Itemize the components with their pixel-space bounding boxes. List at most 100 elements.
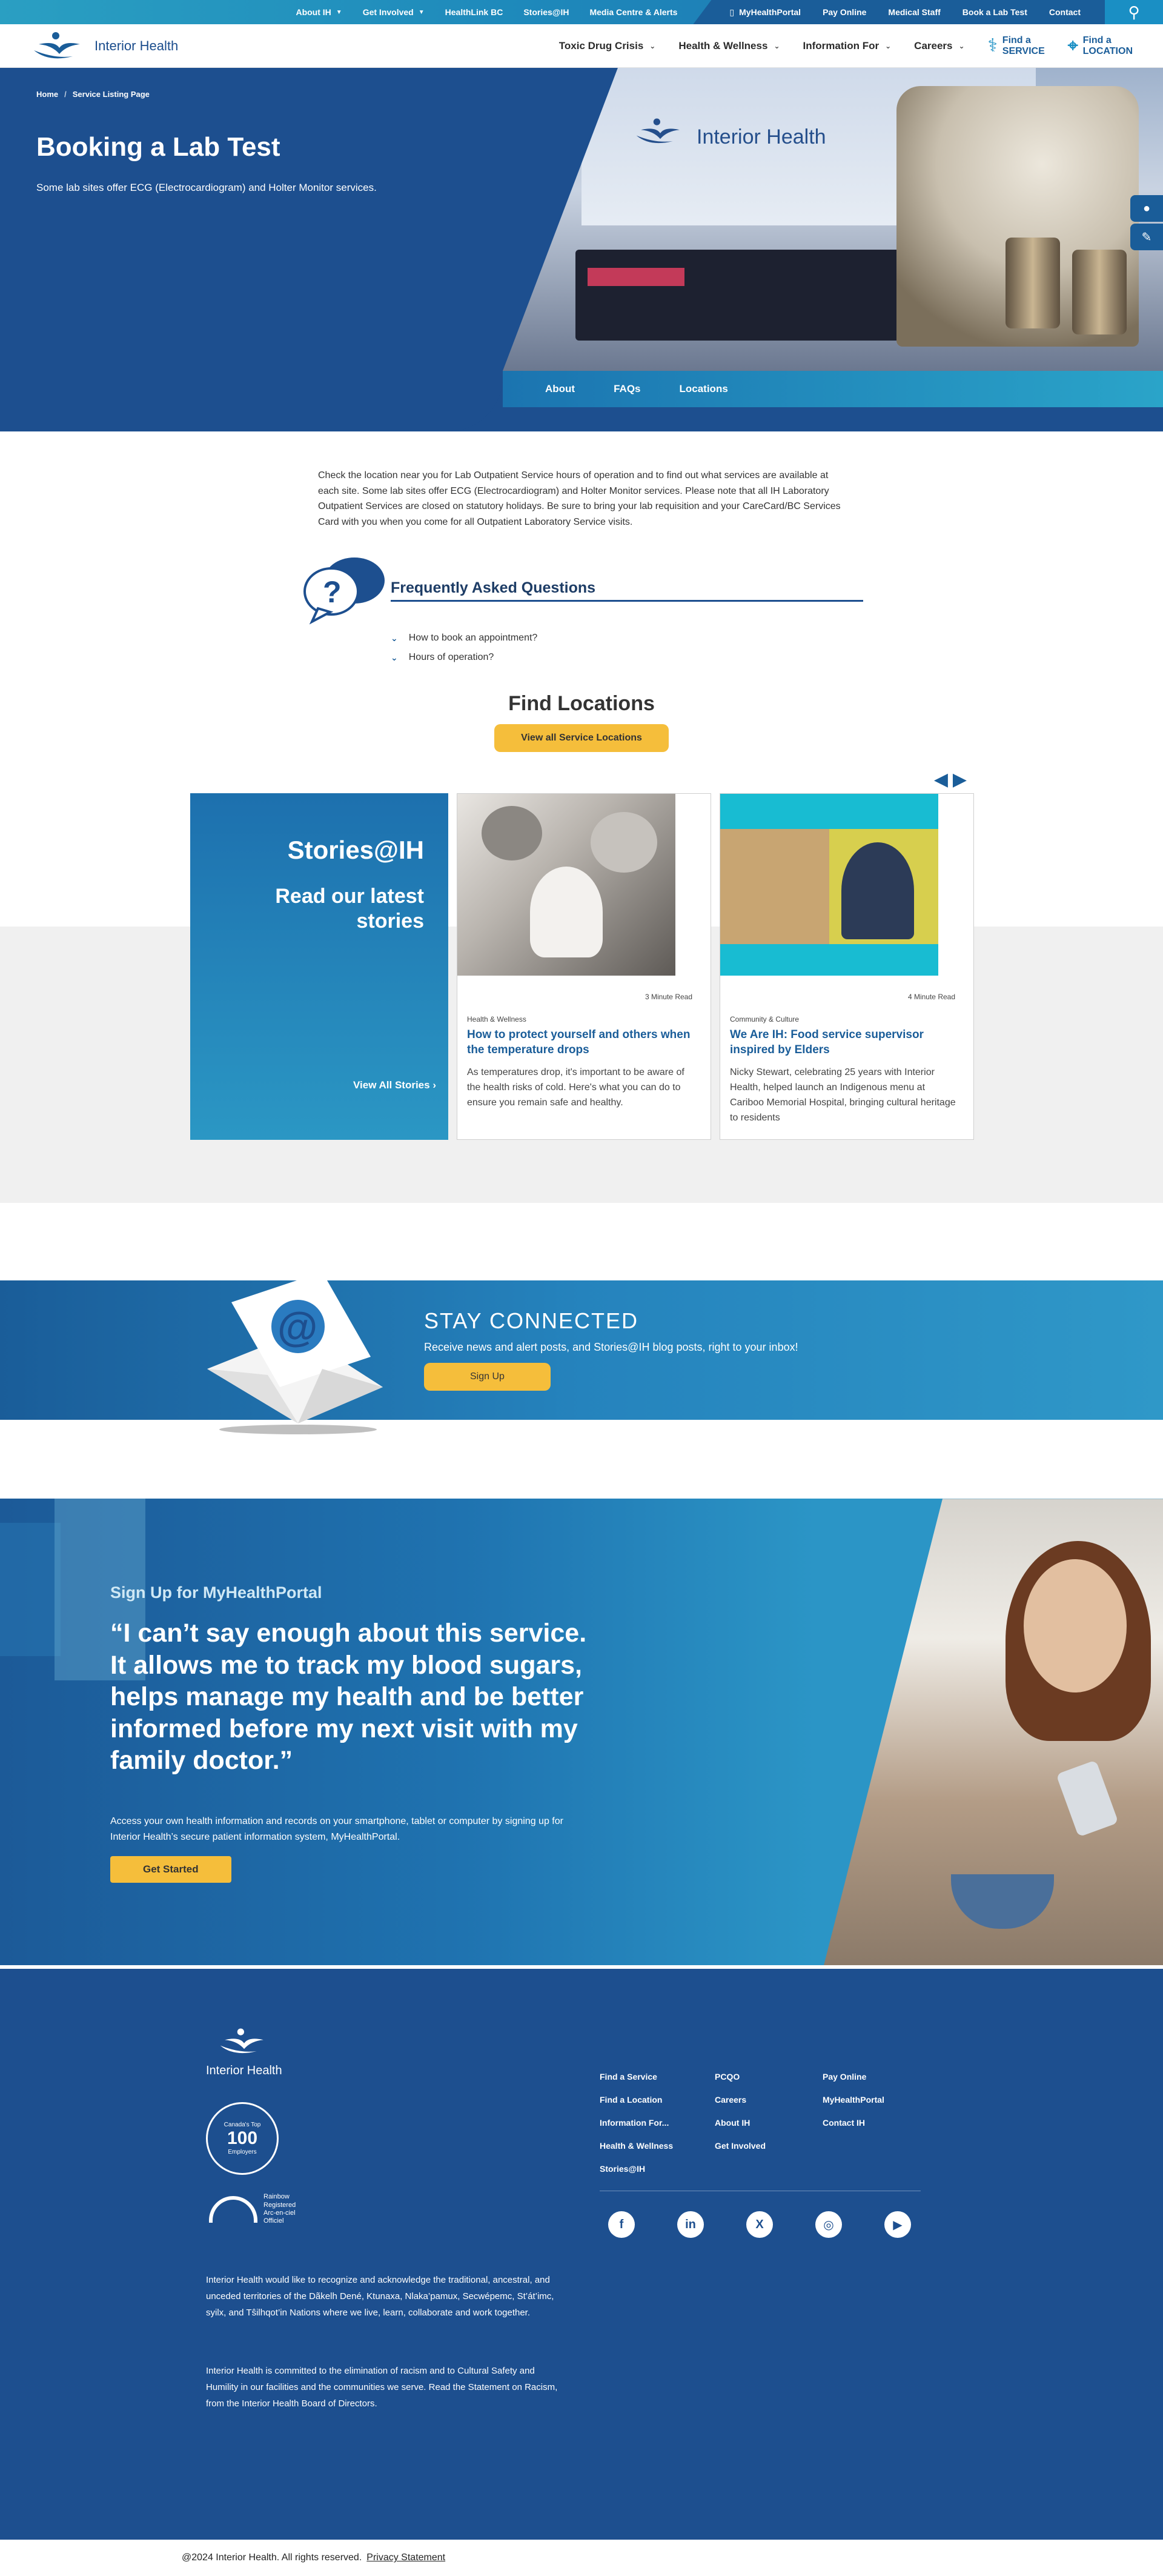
faq-list: ⌄ How to book an appointment? ⌄ Hours of o… — [391, 633, 537, 671]
breadcrumb-home[interactable]: Home — [36, 90, 58, 99]
social-links: f in X ◎ ▶ — [608, 2211, 911, 2238]
top-link-pay-online[interactable]: Pay Online — [823, 7, 866, 17]
carousel-arrows: ◀ ▶ — [934, 769, 967, 790]
location-pin-icon: ⌖ — [1067, 36, 1078, 56]
alert-widget-button[interactable]: ● — [1130, 195, 1163, 222]
footer-link[interactable]: MyHealthPortal — [823, 2095, 919, 2105]
story-description: As temperatures drop, it's important to … — [467, 1067, 684, 1108]
footer-link[interactable]: Contact IH — [823, 2118, 919, 2128]
stories-intro-card: Stories@IH Read our latest stories View … — [190, 793, 448, 1140]
feedback-widget-button[interactable]: ✎ — [1130, 224, 1163, 250]
logo-text: Interior Health — [94, 38, 179, 53]
stay-connected-title: STAY CONNECTED — [424, 1308, 639, 1334]
copyright-bar: @2024 Interior Health. All rights reserv… — [0, 2540, 1163, 2576]
footer-link[interactable]: Get Involved — [715, 2141, 823, 2151]
nav-item-toxic-drug-crisis[interactable]: Toxic Drug Crisis ⌄ — [559, 40, 656, 52]
top-links-left: About IH ▼ Get Involved ▼ HealthLink BC St… — [296, 7, 677, 17]
story-title[interactable]: How to protect yourself and others when … — [467, 1028, 697, 1057]
myhealthportal-section: Sign Up for MyHealthPortal “I can’t say … — [0, 1499, 1163, 1966]
chevron-right-icon: › — [432, 1079, 436, 1091]
tab-about[interactable]: About — [545, 383, 575, 395]
top-utility-bar: About IH ▼ Get Involved ▼ HealthLink BC St… — [0, 0, 1163, 24]
privacy-statement-link[interactable]: Privacy Statement — [366, 2552, 445, 2563]
main-navigation: Interior Health Toxic Drug Crisis ⌄ Healt… — [0, 24, 1163, 68]
footer-link[interactable]: Pay Online — [823, 2072, 919, 2082]
chevron-down-icon: ▼ — [336, 8, 342, 16]
phone-icon: ▯ — [729, 7, 735, 17]
story-read-time: 4 Minute Read — [907, 993, 955, 1002]
top-link-myhealthportal[interactable]: ▯ MyHealthPortal — [729, 7, 801, 18]
hero-section: Interior Health Home / Service Listing P… — [0, 68, 1163, 431]
stay-connected-text: Receive news and alert posts, and Storie… — [424, 1341, 798, 1354]
arrow-right-icon[interactable]: ▶ — [953, 769, 967, 790]
footer-link[interactable]: Stories@IH — [600, 2164, 715, 2174]
story-category: Community & Culture — [730, 1015, 800, 1024]
sign-up-button[interactable]: Sign Up — [424, 1363, 551, 1391]
chevron-down-icon: ⌄ — [649, 41, 656, 50]
find-location-link[interactable]: ⌖ Find a LOCATION — [1068, 35, 1133, 56]
nav-item-careers[interactable]: Careers ⌄ — [914, 40, 964, 52]
story-card[interactable]: 3 Minute Read Health & Wellness How to p… — [457, 793, 711, 1140]
tab-faqs[interactable]: FAQs — [614, 383, 640, 395]
get-started-button[interactable]: Get Started — [110, 1856, 231, 1883]
story-image-winter-dog — [457, 794, 675, 976]
top-link-medical-staff[interactable]: Medical Staff — [888, 7, 940, 17]
footer-link[interactable]: Careers — [715, 2095, 823, 2105]
land-acknowledgement: Interior Health would like to recognize … — [206, 2275, 554, 2318]
faq-item-book-appointment[interactable]: ⌄ How to book an appointment? — [391, 633, 537, 644]
top-link-stories[interactable]: Stories@IH — [523, 7, 569, 17]
site-logo[interactable]: Interior Health — [30, 30, 178, 62]
view-all-stories-link[interactable]: View All Stories › — [353, 1079, 436, 1091]
footer-link[interactable]: Find a Location — [600, 2095, 715, 2105]
hero-image-microscope: Interior Health — [503, 68, 1163, 371]
top-link-healthlink[interactable]: HealthLink BC — [445, 7, 503, 17]
mhp-label: Sign Up for MyHealthPortal — [110, 1583, 322, 1602]
footer-link[interactable]: Information For... — [600, 2118, 715, 2128]
story-card[interactable]: 4 Minute Read Community & Culture We Are… — [720, 793, 974, 1140]
svg-text:@: @ — [277, 1304, 317, 1350]
interior-health-logo-icon — [636, 118, 680, 144]
top-link-contact[interactable]: Contact — [1049, 7, 1081, 17]
stories-section: ◀ ▶ Stories@IH Read our latest stories V… — [0, 769, 1163, 1203]
footer-link[interactable]: About IH — [715, 2118, 823, 2128]
faq-item-hours[interactable]: ⌄ Hours of operation? — [391, 652, 537, 663]
woman-with-phone-image — [824, 1499, 1163, 1966]
instagram-icon[interactable]: ◎ — [815, 2211, 842, 2238]
youtube-icon[interactable]: ▶ — [884, 2211, 911, 2238]
footer-logo[interactable]: Interior Health — [206, 2023, 282, 2078]
nav-item-information-for[interactable]: Information For ⌄ — [803, 40, 892, 52]
search-button[interactable]: ⚲ — [1105, 0, 1163, 24]
chevron-down-icon: ⌄ — [885, 41, 892, 50]
top-link-get-involved[interactable]: Get Involved ▼ — [363, 7, 425, 17]
faq-section: ? Frequently Asked Questions ⌄ How to boo… — [300, 554, 863, 681]
rainbow-registered-badge: Rainbow Registered Arc-en-ciel Officiel — [209, 2193, 296, 2225]
nav-item-health-wellness[interactable]: Health & Wellness ⌄ — [678, 40, 780, 52]
footer-link[interactable]: Find a Service — [600, 2072, 715, 2082]
tab-locations[interactable]: Locations — [680, 383, 728, 395]
stethoscope-icon: ⚕ — [987, 36, 998, 56]
x-twitter-icon[interactable]: X — [746, 2211, 773, 2238]
stories-title: Stories@IH — [287, 836, 424, 865]
top-link-media-centre[interactable]: Media Centre & Alerts — [589, 7, 677, 17]
side-widget: ● ✎ — [1130, 195, 1163, 252]
story-image-meeting — [720, 794, 938, 976]
racism-statement: Interior Health is committed to the elim… — [206, 2366, 558, 2409]
story-title[interactable]: We Are IH: Food service supervisor inspi… — [730, 1028, 960, 1057]
chevron-down-icon: ⌄ — [958, 41, 965, 50]
footer-link[interactable]: Health & Wellness — [600, 2141, 715, 2151]
svg-text:?: ? — [323, 575, 342, 609]
arrow-left-icon[interactable]: ◀ — [934, 769, 948, 790]
footer-link[interactable]: PCQO — [715, 2072, 823, 2082]
edit-icon: ✎ — [1141, 230, 1152, 244]
view-all-locations-button[interactable]: View all Service Locations — [494, 724, 669, 753]
facebook-icon[interactable]: f — [608, 2211, 635, 2238]
hero-banner-text: Interior Health — [697, 125, 826, 148]
linkedin-icon[interactable]: in — [677, 2211, 704, 2238]
top-link-book-lab-test[interactable]: Book a Lab Test — [963, 7, 1027, 17]
question-bubble-icon: ? — [303, 557, 385, 625]
find-service-link[interactable]: ⚕ Find a SERVICE — [988, 35, 1045, 56]
top-link-about-ih[interactable]: About IH ▼ — [296, 7, 342, 17]
email-envelope-icon: @ — [207, 1272, 383, 1435]
breadcrumb: Home / Service Listing Page — [36, 90, 150, 99]
find-locations-section: Find Locations View all Service Location… — [0, 692, 1163, 753]
